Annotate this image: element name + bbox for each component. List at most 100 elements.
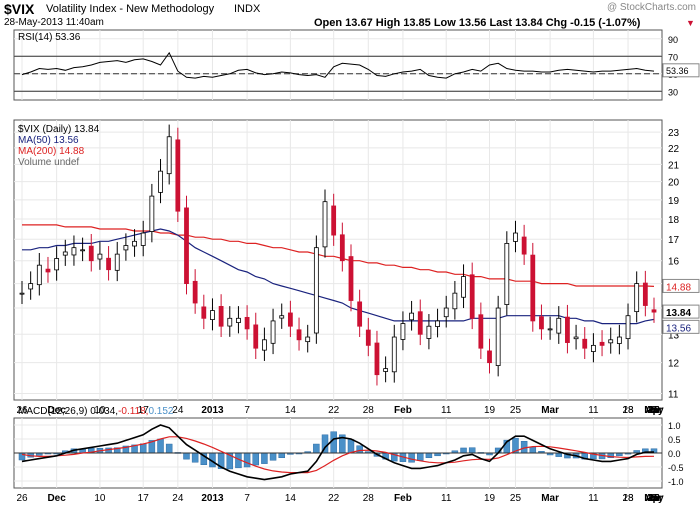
candle-body bbox=[651, 309, 657, 313]
macd-x-label: 17 bbox=[138, 493, 150, 504]
candle-body bbox=[616, 336, 622, 344]
candle-body bbox=[218, 306, 224, 327]
macd-histogram-bar bbox=[157, 438, 164, 454]
macd-histogram-bar bbox=[529, 446, 537, 454]
candle-body bbox=[287, 312, 293, 327]
candle-body bbox=[331, 205, 337, 236]
macd-histogram-bar bbox=[408, 452, 415, 463]
candle-body bbox=[19, 292, 25, 295]
candle-body bbox=[166, 136, 172, 175]
macd-histogram-bar bbox=[261, 452, 268, 464]
price-x-label: 28 bbox=[363, 405, 375, 416]
macd-x-label: 10 bbox=[94, 493, 106, 504]
candle-body bbox=[123, 245, 129, 251]
macd-tick-label: 0.0 bbox=[668, 449, 681, 459]
price-x-label: 25 bbox=[510, 405, 522, 416]
price-tick-label: 23 bbox=[668, 128, 680, 139]
candle-body bbox=[565, 316, 570, 343]
candle-body bbox=[625, 315, 631, 340]
candle-body bbox=[469, 274, 475, 319]
candle-body bbox=[88, 245, 94, 262]
rsi-title: RSI(14) 53.36 bbox=[18, 32, 81, 43]
candle-body bbox=[530, 254, 536, 322]
candle-body bbox=[262, 339, 267, 351]
macd-x-label: 20 bbox=[648, 493, 660, 504]
macd-tick-label: -0.5 bbox=[668, 463, 684, 473]
candle-body bbox=[322, 201, 328, 248]
candle-body bbox=[149, 195, 155, 232]
candle-body bbox=[547, 328, 553, 331]
price-x-label: 17 bbox=[138, 405, 150, 416]
candle-body bbox=[71, 247, 77, 256]
candle-body bbox=[417, 311, 423, 335]
macd-histogram-bar bbox=[347, 439, 355, 454]
candle-body bbox=[495, 307, 501, 366]
candle-body bbox=[270, 320, 276, 344]
macd-x-label: 7 bbox=[244, 493, 250, 504]
macd-x-label: 14 bbox=[285, 493, 297, 504]
candle-body bbox=[634, 283, 640, 313]
price-tick-label: 21 bbox=[668, 160, 680, 171]
candle-body bbox=[573, 336, 579, 340]
macd-x-label: 28 bbox=[363, 493, 375, 504]
candle-body bbox=[400, 323, 406, 340]
macd-histogram-bar bbox=[278, 452, 285, 459]
macd-histogram-bar bbox=[165, 443, 173, 454]
price-x-label: 7 bbox=[244, 405, 250, 416]
price-tick-label: 11 bbox=[668, 389, 679, 400]
candle-body bbox=[54, 258, 60, 271]
macd-x-label: 2013 bbox=[201, 493, 224, 504]
candle-body bbox=[140, 232, 146, 246]
price-x-label: 10 bbox=[94, 405, 106, 416]
price-tick-label: 20 bbox=[668, 178, 680, 189]
macd-x-label: Feb bbox=[394, 493, 412, 504]
price-legend-0: $VIX (Daily) 13.84 bbox=[18, 124, 100, 135]
candle-body bbox=[383, 368, 389, 372]
candle-body bbox=[36, 264, 42, 286]
candle-body bbox=[45, 268, 51, 273]
candle-body bbox=[443, 307, 449, 318]
candle-body bbox=[487, 350, 492, 364]
macd-title-part-2: 0.152 bbox=[148, 406, 173, 417]
macd-histogram-bar bbox=[243, 452, 251, 468]
macd-histogram-bar bbox=[252, 452, 260, 466]
macd-histogram-bar bbox=[356, 445, 363, 454]
price-x-label: 24 bbox=[172, 405, 184, 416]
candle-body bbox=[28, 283, 34, 290]
rsi-tick-label: 30 bbox=[668, 87, 678, 97]
candle-body bbox=[409, 312, 414, 321]
price-tick-label: 17 bbox=[668, 235, 680, 246]
candle-body bbox=[114, 253, 120, 271]
macd-x-label: Mar bbox=[541, 493, 559, 504]
candle-body bbox=[521, 236, 527, 255]
price-badge-label: 14.88 bbox=[666, 282, 691, 293]
macd-x-label: 25 bbox=[510, 493, 522, 504]
price-x-label: Feb bbox=[394, 405, 412, 416]
macd-x-label: 22 bbox=[328, 493, 340, 504]
price-tick-label: 16 bbox=[668, 257, 680, 268]
price-tick-label: 12 bbox=[668, 359, 680, 370]
candle-body bbox=[513, 232, 518, 242]
price-legend-3: Volume undef bbox=[18, 157, 79, 168]
macd-tick-label: 0.5 bbox=[668, 435, 681, 445]
candle-body bbox=[642, 282, 648, 306]
candle-body bbox=[313, 247, 319, 334]
candle-body bbox=[210, 310, 215, 320]
macd-x-label: 11 bbox=[441, 493, 452, 504]
macd-x-label: Dec bbox=[47, 493, 66, 504]
candle-body bbox=[80, 249, 86, 252]
candle-body bbox=[452, 292, 458, 310]
price-x-label: 2013 bbox=[201, 405, 224, 416]
price-x-label: 11 bbox=[588, 405, 599, 416]
candle-body bbox=[348, 256, 354, 301]
candle-body bbox=[97, 253, 103, 260]
candle-body bbox=[582, 338, 588, 349]
price-legend-1: MA(50) 13.56 bbox=[18, 135, 79, 146]
macd-histogram-bar bbox=[18, 452, 26, 461]
macd-x-label: 24 bbox=[172, 493, 184, 504]
price-legend-2: MA(200) 14.88 bbox=[18, 146, 85, 157]
price-tick-label: 19 bbox=[668, 196, 680, 207]
candle-body bbox=[339, 234, 345, 262]
price-tick-label: 18 bbox=[668, 215, 680, 226]
candle-body bbox=[296, 329, 302, 341]
